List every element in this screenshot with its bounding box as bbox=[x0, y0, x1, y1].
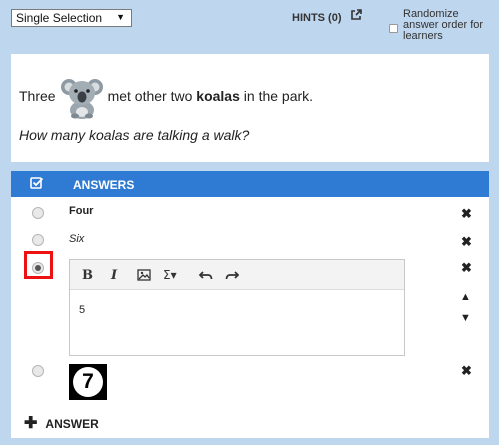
number-badge: 7 bbox=[73, 367, 103, 397]
add-answer-label: ANSWER bbox=[45, 417, 99, 431]
question-text-bold: koalas bbox=[196, 88, 240, 104]
add-answer-button[interactable]: ✚ ANSWER bbox=[24, 415, 99, 432]
dropdown-arrow-icon: ▼ bbox=[116, 12, 125, 22]
question-editor-frame: Single Selection ▼ HINTS (0) Randomize a… bbox=[0, 0, 499, 445]
plus-icon: ✚ bbox=[24, 415, 38, 432]
answer-radio-1[interactable] bbox=[32, 207, 44, 219]
answer-editor[interactable]: B I Σ▾ 5 bbox=[69, 259, 405, 356]
move-down-icon[interactable]: ▼ bbox=[460, 312, 471, 324]
question-line-1: Three met other two koalas in the park. bbox=[19, 74, 314, 119]
answer-text-1[interactable]: Four bbox=[69, 205, 93, 217]
image-icon[interactable] bbox=[137, 269, 151, 285]
randomize-checkbox[interactable] bbox=[389, 24, 398, 33]
answer-radio-2[interactable] bbox=[32, 234, 44, 246]
italic-button[interactable]: I bbox=[111, 268, 117, 283]
koala-icon bbox=[60, 79, 103, 119]
remove-answer-1-icon[interactable]: ✖ bbox=[461, 206, 472, 222]
editor-toolbar: B I Σ▾ bbox=[70, 260, 404, 290]
move-up-icon[interactable]: ▲ bbox=[460, 291, 471, 303]
external-link-icon[interactable] bbox=[350, 9, 362, 24]
question-text-end: in the park. bbox=[243, 88, 314, 104]
answers-header-title: ANSWERS bbox=[73, 178, 135, 192]
formula-button[interactable]: Σ▾ bbox=[163, 268, 177, 282]
selection-highlight bbox=[24, 251, 53, 279]
remove-answer-4-icon[interactable]: ✖ bbox=[461, 363, 472, 379]
answers-panel: ANSWERS Four ✖ Six ✖ ✖ ▲ ▼ B I Σ▾ 5 7 ✖ … bbox=[11, 171, 489, 438]
question-panel[interactable]: Three met other two koalas in the park. … bbox=[11, 54, 489, 162]
remove-answer-3-icon[interactable]: ✖ bbox=[461, 260, 472, 276]
checkbox-checked-icon bbox=[30, 177, 44, 189]
question-text-start: Three bbox=[19, 88, 56, 104]
answer-text-2[interactable]: Six bbox=[69, 233, 84, 245]
question-type-select[interactable]: Single Selection ▼ bbox=[11, 9, 132, 27]
randomize-label: Randomize answer order for learners bbox=[403, 8, 484, 42]
question-type-value: Single Selection bbox=[16, 11, 103, 25]
remove-answer-2-icon[interactable]: ✖ bbox=[461, 234, 472, 250]
answer-text-4: 7 bbox=[82, 370, 94, 393]
question-line-2: How many koalas are talking a walk? bbox=[19, 127, 250, 143]
bold-button[interactable]: B bbox=[82, 268, 93, 283]
hints-button[interactable]: HINTS (0) bbox=[292, 12, 342, 24]
answer-radio-4[interactable] bbox=[32, 365, 44, 377]
question-text-middle: met other two bbox=[107, 88, 193, 104]
redo-icon[interactable] bbox=[225, 269, 240, 284]
answers-header: ANSWERS bbox=[11, 171, 489, 197]
undo-icon[interactable] bbox=[198, 269, 213, 284]
answer-image-4[interactable]: 7 bbox=[69, 364, 107, 400]
answer-text-3[interactable]: 5 bbox=[79, 304, 85, 316]
